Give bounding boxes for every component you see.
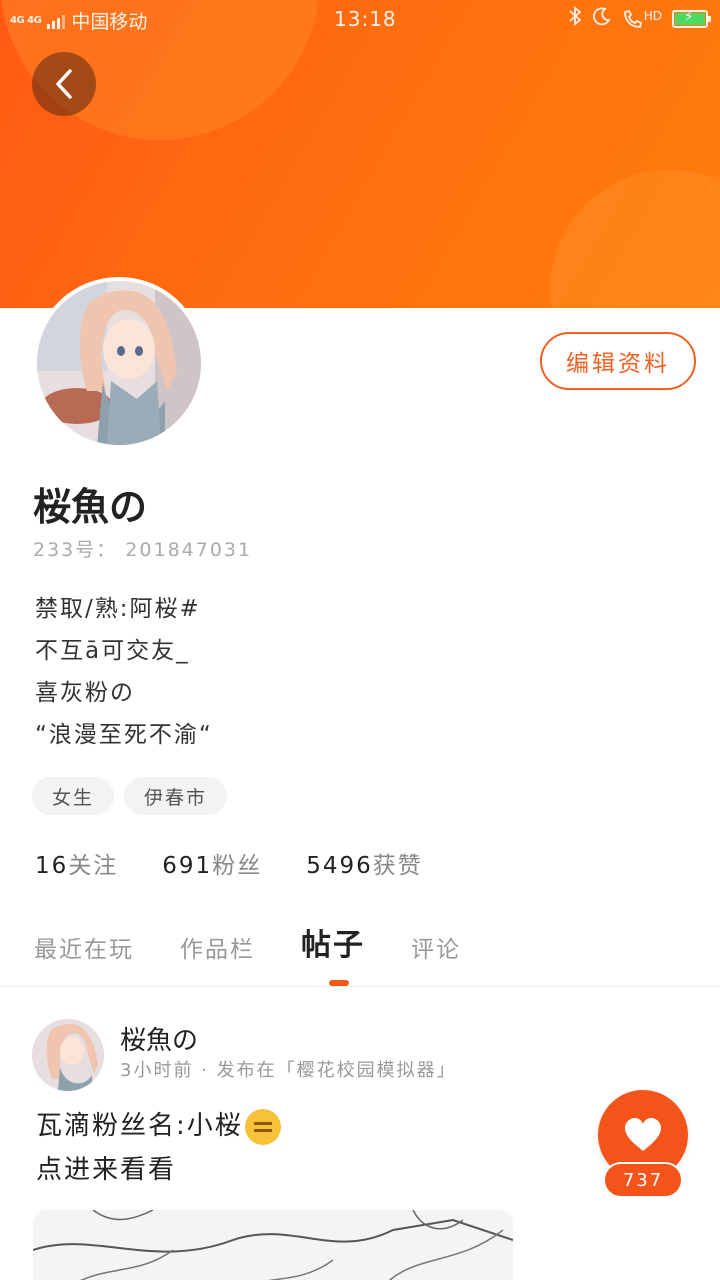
gender-tag: 女生 (32, 777, 115, 815)
post-image[interactable] (33, 1210, 513, 1280)
chevron-left-icon (56, 69, 72, 99)
fans-count: 691 (162, 853, 213, 879)
location-tag: 伊春市 (124, 777, 228, 815)
fans-stat[interactable]: 691粉丝 (162, 846, 262, 880)
like-count: 737 (603, 1162, 683, 1198)
bio-line: 禁取/熟:阿桜# (35, 596, 201, 622)
bluetooth-icon (568, 6, 582, 31)
fans-label: 粉丝 (212, 853, 263, 879)
signal-icon (47, 13, 66, 29)
edit-profile-button[interactable]: 编辑资料 (540, 332, 696, 390)
profile-tabs: 最近在玩 作品栏 帖子 评论 (34, 920, 507, 964)
post-author-name[interactable]: 桜魚の (120, 1020, 198, 1057)
following-label: 关注 (68, 853, 119, 879)
profile-banner (0, 0, 720, 308)
avatar[interactable] (33, 277, 205, 449)
following-count: 16 (35, 853, 69, 879)
user-id: 233号： 201847031 (33, 539, 253, 561)
hd-call-icon: HD (622, 9, 662, 29)
post-content[interactable]: 瓦滴粉丝名:小桜 点进来看看 (36, 1104, 281, 1192)
expressionless-emoji-icon (244, 1108, 281, 1145)
network-type: 4G 4G (10, 14, 42, 26)
bio-line: “浪漫至死不渝“ (35, 722, 213, 748)
likes-stat: 5496获赞 (306, 846, 423, 880)
post-text-line: 瓦滴粉丝名:小桜 (36, 1111, 243, 1141)
tab-comments[interactable]: 评论 (411, 930, 461, 964)
likes-received-label: 获赞 (372, 853, 423, 879)
status-bar: 4G 4G 中国移动 13:18 HD ⚡ (0, 0, 720, 38)
back-button[interactable] (32, 52, 96, 116)
following-stat[interactable]: 16关注 (35, 846, 118, 880)
bio-line: 不互ā可交友_ (35, 638, 190, 664)
banner-decoration (550, 170, 720, 308)
carrier-name: 中国移动 (71, 11, 148, 33)
bio-line: 喜灰粉の (35, 680, 135, 706)
heart-icon (625, 1118, 661, 1151)
post-author-avatar[interactable] (32, 1019, 104, 1091)
username: 桜魚の (33, 485, 148, 529)
bio: 禁取/熟:阿桜# 不互ā可交友_ 喜灰粉の “浪漫至死不渝“ (35, 588, 213, 756)
post-meta: 3小时前 · 发布在「樱花校园模拟器」 (120, 1060, 457, 1081)
tab-recently-played[interactable]: 最近在玩 (34, 930, 134, 964)
clock: 13:18 (334, 7, 397, 31)
moon-icon (592, 6, 612, 31)
tab-works[interactable]: 作品栏 (180, 930, 255, 964)
tab-posts[interactable]: 帖子 (301, 920, 365, 964)
post-text-line: 点进来看看 (36, 1155, 177, 1185)
divider (0, 986, 720, 987)
profile-tags: 女生 伊春市 (32, 777, 228, 815)
likes-received-count: 5496 (306, 853, 373, 879)
profile-stats: 16关注 691粉丝 5496获赞 (35, 846, 423, 880)
battery-icon: ⚡ (672, 9, 711, 28)
hd-label: HD (643, 8, 662, 23)
